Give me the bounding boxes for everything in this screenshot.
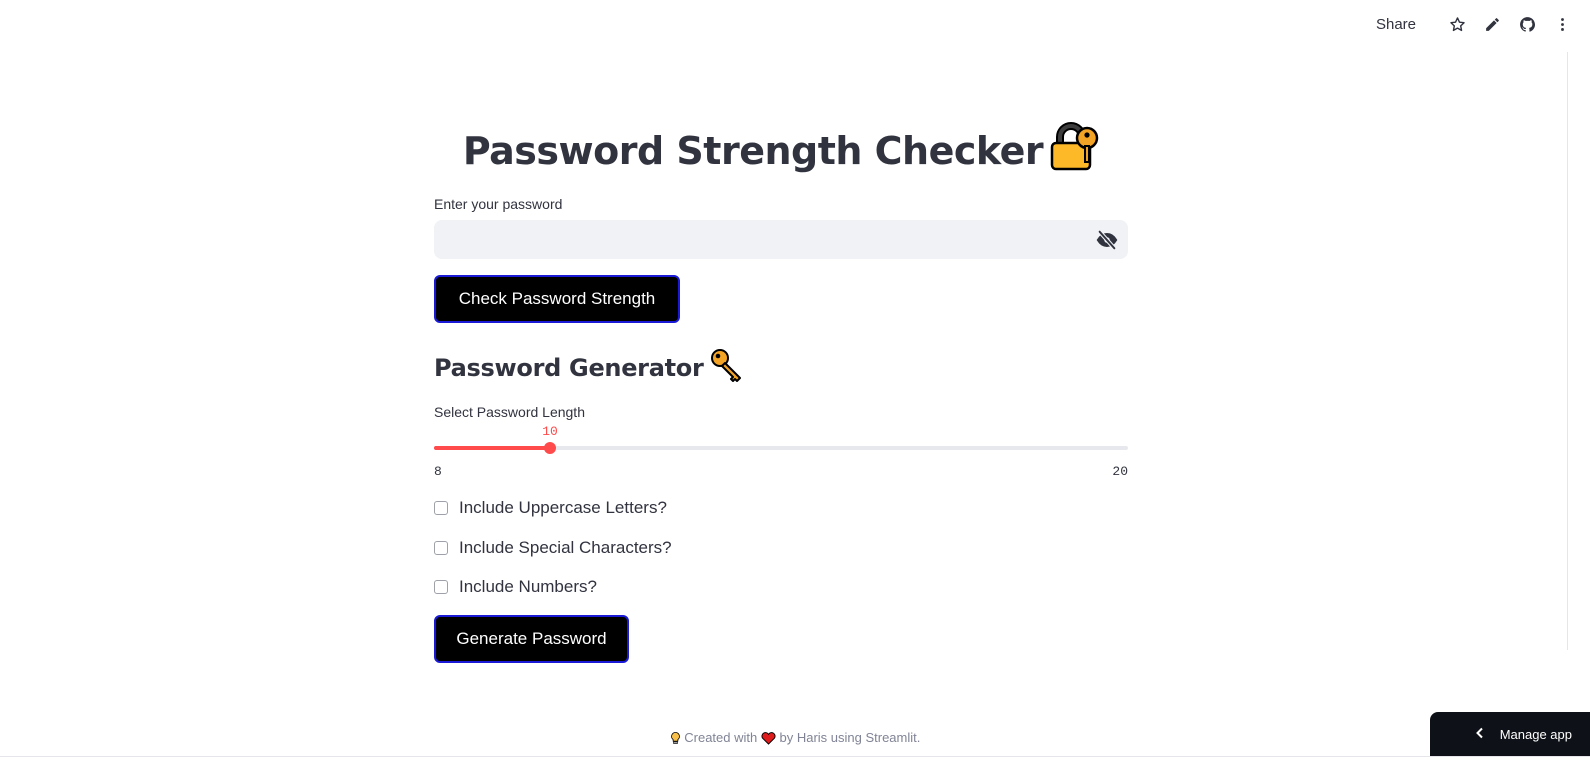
slider-max: 20 [1112, 464, 1128, 479]
check-password-strength-button[interactable]: Check Password Strength [434, 275, 680, 323]
checkbox-box[interactable] [434, 541, 448, 555]
eye-slash-icon[interactable] [1096, 229, 1118, 251]
divider [0, 756, 1590, 757]
checkbox-box[interactable] [434, 501, 448, 515]
password-length-slider[interactable]: 10 8 20 [434, 420, 1128, 480]
generate-password-button[interactable]: Generate Password [434, 615, 629, 663]
checkbox-label: Include Numbers? [459, 577, 597, 596]
locked-with-key-icon [1049, 122, 1099, 172]
share-button[interactable]: Share [1376, 16, 1416, 33]
page-title-text: Password Strength Checker [462, 129, 1044, 173]
more-vertical-icon[interactable] [1550, 12, 1574, 36]
slider-value: 10 [542, 424, 558, 439]
numbers-checkbox[interactable]: Include Numbers? [434, 577, 597, 597]
special-characters-checkbox[interactable]: Include Special Characters? [434, 538, 672, 558]
slider-min: 8 [434, 464, 442, 479]
password-field[interactable] [434, 220, 1128, 259]
footer: Created with by Haris using Streamlit. [0, 730, 1590, 745]
generator-heading-text: Password Generator [434, 354, 704, 382]
password-input[interactable] [434, 220, 1098, 259]
star-icon[interactable] [1445, 12, 1469, 36]
page-title: Password Strength Checker [434, 122, 1128, 173]
key-icon [710, 348, 744, 382]
uppercase-checkbox[interactable]: Include Uppercase Letters? [434, 498, 667, 518]
manage-app-button[interactable]: Manage app [1430, 712, 1590, 756]
chevron-left-icon [1474, 727, 1500, 742]
checkbox-label: Include Special Characters? [459, 538, 672, 557]
github-icon[interactable] [1515, 12, 1539, 36]
heart-icon [761, 730, 776, 745]
slider-thumb[interactable] [544, 442, 556, 454]
footer-prefix: Created with [684, 730, 758, 745]
password-label: Enter your password [434, 196, 563, 212]
footer-suffix: by Haris using Streamlit. [779, 730, 921, 745]
checkbox-box[interactable] [434, 580, 448, 594]
app-toolbar: Share [1376, 12, 1574, 36]
checkbox-label: Include Uppercase Letters? [459, 498, 667, 517]
scrollbar-track[interactable] [1567, 52, 1568, 650]
lightbulb-icon [670, 730, 681, 745]
manage-app-label: Manage app [1499, 726, 1572, 742]
pencil-icon[interactable] [1480, 12, 1504, 36]
length-label: Select Password Length [434, 404, 585, 420]
slider-fill [434, 446, 550, 450]
generator-heading: Password Generator [434, 348, 744, 382]
